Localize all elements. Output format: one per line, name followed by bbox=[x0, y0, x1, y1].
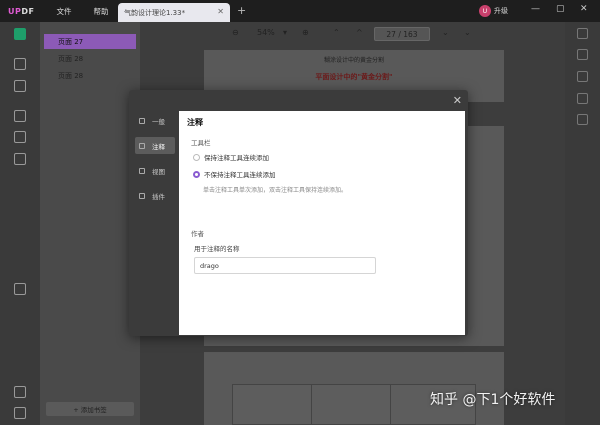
reader-icon[interactable] bbox=[14, 28, 26, 40]
page-image bbox=[311, 384, 397, 425]
bookmark-item[interactable]: 页面 27 bbox=[44, 34, 136, 49]
edit-icon[interactable] bbox=[14, 80, 26, 92]
radio-selected-icon bbox=[193, 170, 200, 178]
watermark: 知乎 @下1个好软件 bbox=[430, 392, 556, 408]
option-no-keep-tool[interactable]: 不保持注释工具连续添加 bbox=[193, 169, 276, 179]
bookmark-item[interactable]: 页面 28 bbox=[44, 68, 136, 83]
page-heading: 平面设计中的"黄金分割" bbox=[315, 73, 393, 81]
author-name-input[interactable] bbox=[194, 257, 376, 274]
nav-view[interactable]: 视图 bbox=[135, 162, 175, 179]
first-page-icon[interactable]: ⌃ bbox=[333, 28, 340, 37]
export-icon[interactable] bbox=[577, 49, 588, 60]
next-page-icon[interactable]: ⌄ bbox=[442, 28, 449, 37]
general-icon bbox=[139, 117, 145, 124]
upgrade-button[interactable]: U 升级 bbox=[479, 4, 508, 18]
plugin-icon bbox=[139, 192, 145, 199]
properties-icon[interactable] bbox=[577, 28, 588, 39]
document-tab[interactable]: 气韵设计理论1.33* ✕ bbox=[118, 3, 230, 22]
menu-help[interactable]: 帮助 bbox=[93, 6, 108, 17]
minimize-icon[interactable]: — bbox=[531, 4, 540, 14]
annotation-icon bbox=[139, 142, 145, 149]
title-bar: UPDF 文件 帮助 气韵设计理论1.33* ✕ + U 升级 — ▢ ✕ bbox=[0, 0, 600, 22]
email-icon[interactable] bbox=[577, 114, 588, 125]
view-toolbar: ⊖ 54% ▾ ⊕ ⌃ ^ 27 / 163 ⌄ ⌄ bbox=[140, 22, 565, 46]
radio-icon bbox=[193, 153, 200, 161]
convert-icon[interactable] bbox=[14, 110, 26, 122]
left-tool-rail bbox=[0, 22, 40, 425]
nav-annotation[interactable]: 注释 bbox=[135, 137, 175, 154]
ai-tools-icon[interactable] bbox=[14, 283, 26, 295]
comment-icon[interactable] bbox=[14, 58, 26, 70]
last-page-icon[interactable]: ⌄ bbox=[464, 28, 471, 37]
upgrade-label: 升级 bbox=[494, 7, 508, 15]
page-image bbox=[232, 384, 318, 425]
menu-file[interactable]: 文件 bbox=[56, 6, 71, 17]
bookmark-panel: 页面 27 页面 28 页面 28 + 添加书签 bbox=[40, 22, 140, 425]
right-tool-rail bbox=[565, 22, 600, 425]
prev-page-icon[interactable]: ^ bbox=[356, 28, 363, 37]
app-logo: UPDF bbox=[8, 6, 35, 16]
tab-title: 气韵设计理论1.33* bbox=[124, 8, 186, 17]
nav-plugins[interactable]: 插件 bbox=[135, 187, 175, 204]
author-section-label: 作者 bbox=[191, 230, 204, 238]
maximize-icon[interactable]: ▢ bbox=[556, 4, 565, 14]
bookmark-item[interactable]: 页面 28 bbox=[44, 51, 136, 66]
avatar: U bbox=[479, 5, 491, 17]
add-tab-icon[interactable]: + bbox=[237, 4, 246, 17]
settings-panel: 注释 工具栏 保持注释工具连续添加 不保持注释工具连续添加 单击注释工具单次添加… bbox=[179, 111, 465, 335]
zoom-in-icon[interactable]: ⊕ bbox=[302, 28, 309, 37]
toolbar-section-label: 工具栏 bbox=[191, 139, 211, 147]
zoom-out-icon[interactable]: ⊖ bbox=[232, 28, 239, 37]
page-header: 糊涂设计中的黄金分割 bbox=[323, 57, 384, 64]
share-icon[interactable] bbox=[577, 93, 588, 104]
close-icon[interactable]: ✕ bbox=[453, 94, 462, 107]
preferences-dialog: ✕ 一般 注释 视图 插件 注释 工具栏 保持注释工具连续添加 不保持注释工具连… bbox=[129, 90, 468, 336]
view-icon bbox=[139, 167, 145, 174]
organize-icon[interactable] bbox=[14, 131, 26, 143]
option-hint: 单击注释工具单次添加，双击注释工具保持连续添加。 bbox=[203, 187, 348, 194]
author-field-label: 用于注释的名称 bbox=[194, 245, 240, 253]
zoom-menu-icon[interactable]: ▾ bbox=[283, 28, 287, 37]
page-tools-icon[interactable] bbox=[14, 153, 26, 165]
zoom-level[interactable]: 54% bbox=[257, 28, 275, 37]
settings-title: 注释 bbox=[187, 118, 203, 127]
bookmark-icon[interactable] bbox=[14, 407, 26, 419]
print-icon[interactable] bbox=[577, 71, 588, 82]
window-close-icon[interactable]: ✕ bbox=[580, 4, 588, 14]
nav-general[interactable]: 一般 bbox=[135, 112, 175, 129]
add-bookmark-button[interactable]: + 添加书签 bbox=[46, 402, 134, 416]
layers-icon[interactable] bbox=[14, 386, 26, 398]
page-number-field[interactable]: 27 / 163 bbox=[374, 27, 430, 41]
close-icon[interactable]: ✕ bbox=[217, 7, 224, 16]
option-keep-tool[interactable]: 保持注释工具连续添加 bbox=[193, 152, 269, 162]
